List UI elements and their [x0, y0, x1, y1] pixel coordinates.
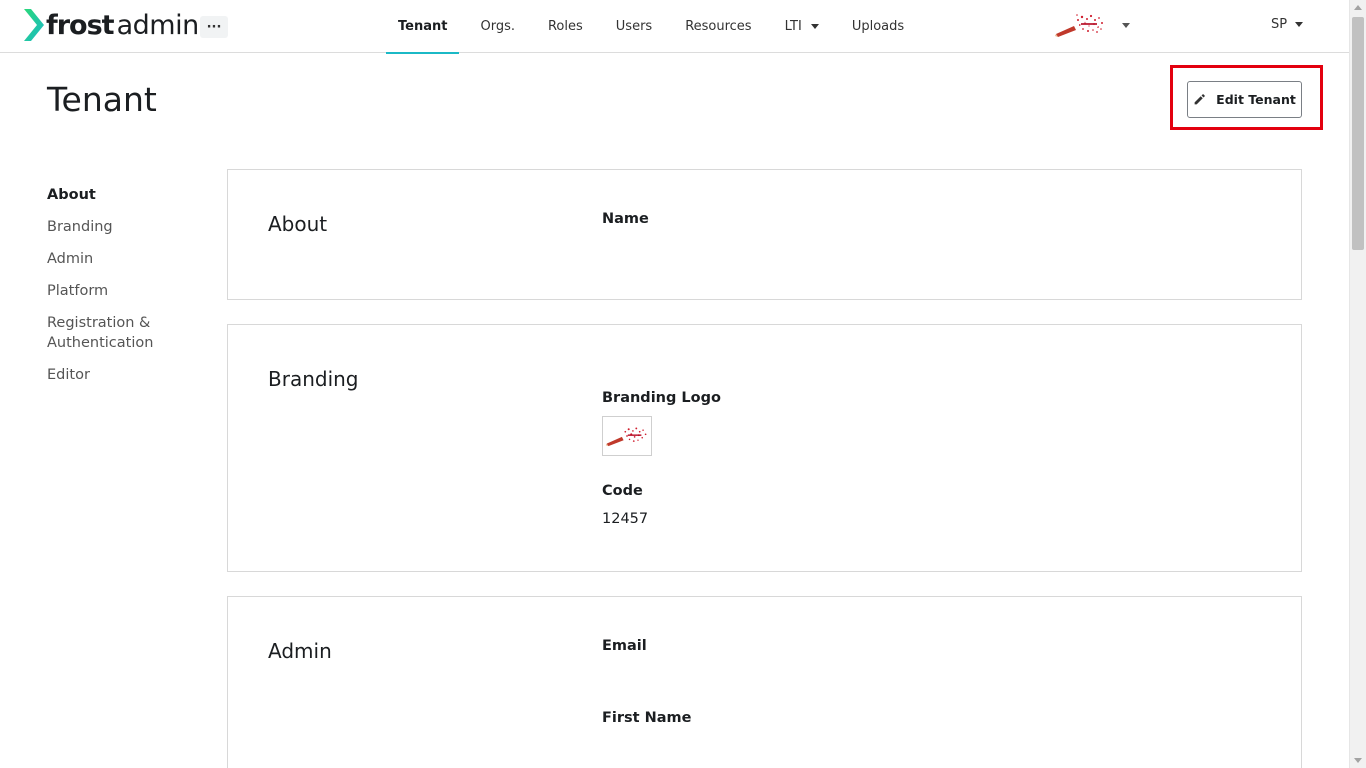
scroll-up-arrow-icon[interactable] — [1354, 5, 1362, 10]
nav-tab-uploads[interactable]: Uploads — [840, 0, 916, 53]
more-options-button[interactable]: ··· — [200, 16, 228, 38]
nav-tab-tenant[interactable]: Tenant — [386, 0, 460, 54]
nav-tab-label: Orgs. — [480, 19, 515, 34]
nav-tab-roles[interactable]: Roles — [536, 0, 595, 53]
page-title: Tenant — [47, 80, 157, 119]
email-field-label: Email — [602, 638, 647, 654]
section-sidenav: About Branding Admin Platform Registrati… — [47, 185, 207, 397]
pencil-icon — [1194, 94, 1205, 105]
caret-down-icon — [1122, 22, 1130, 28]
more-options-label: ··· — [206, 19, 222, 35]
tenant-logo-icon — [1055, 14, 1103, 37]
name-field-label: Name — [602, 211, 649, 227]
about-section-card: About Name — [227, 169, 1302, 300]
page-scrollbar[interactable] — [1349, 0, 1366, 768]
code-field-label: Code — [602, 483, 643, 499]
edit-tenant-button[interactable]: Edit Tenant — [1187, 81, 1302, 118]
code-field-value: 12457 — [602, 511, 649, 527]
nav-tab-label: Uploads — [851, 19, 905, 34]
about-section-title: About — [268, 212, 328, 236]
first-name-field-label: First Name — [602, 710, 692, 726]
top-navbar: frost admin ··· Tenant Orgs. Roles Users… — [0, 0, 1349, 54]
branding-section-title: Branding — [268, 367, 359, 391]
user-menu[interactable]: SP — [1271, 17, 1304, 32]
caret-down-icon — [1295, 22, 1304, 27]
nav-tab-orgs[interactable]: Orgs. — [468, 0, 527, 53]
edit-tenant-label: Edit Tenant — [1216, 92, 1296, 107]
caret-down-icon — [810, 24, 819, 29]
scrollbar-thumb[interactable] — [1352, 17, 1364, 250]
main-nav: Tenant Orgs. Roles Users Resources LTI U… — [386, 0, 925, 54]
nav-tab-label: Resources — [685, 19, 752, 34]
sidenav-item-editor[interactable]: Editor — [47, 365, 207, 385]
nav-tab-label: LTI — [784, 19, 802, 34]
branding-logo-label: Branding Logo — [602, 390, 721, 406]
admin-section-card: Admin Email First Name — [227, 596, 1302, 768]
nav-tab-resources[interactable]: Resources — [673, 0, 763, 53]
nav-tab-label: Tenant — [398, 19, 448, 34]
scroll-down-arrow-icon[interactable] — [1354, 758, 1362, 763]
nav-tab-label: Users — [615, 19, 653, 34]
chevron-logo-icon — [24, 9, 44, 41]
sidenav-item-registration-authentication[interactable]: Registration & Authentication — [47, 313, 207, 353]
sidenav-item-admin[interactable]: Admin — [47, 249, 207, 269]
tenant-switcher[interactable] — [1054, 12, 1130, 38]
admin-section-title: Admin — [268, 639, 332, 663]
nav-tab-lti[interactable]: LTI — [773, 0, 831, 53]
sidenav-item-platform[interactable]: Platform — [47, 281, 207, 301]
branding-logo-image — [602, 416, 652, 456]
user-initials: SP — [1271, 17, 1288, 32]
nav-tab-label: Roles — [547, 19, 583, 34]
branding-section-card: Branding Branding Logo Code 12457 — [227, 324, 1302, 572]
logo-word-admin: admin — [116, 9, 200, 41]
logo-word-frost: frost — [46, 9, 115, 41]
frost-admin-logo[interactable]: frost admin — [22, 8, 199, 42]
sidenav-item-branding[interactable]: Branding — [47, 217, 207, 237]
sidenav-item-about[interactable]: About — [47, 185, 207, 205]
nav-tab-users[interactable]: Users — [604, 0, 664, 53]
branding-logo-icon — [605, 427, 647, 447]
